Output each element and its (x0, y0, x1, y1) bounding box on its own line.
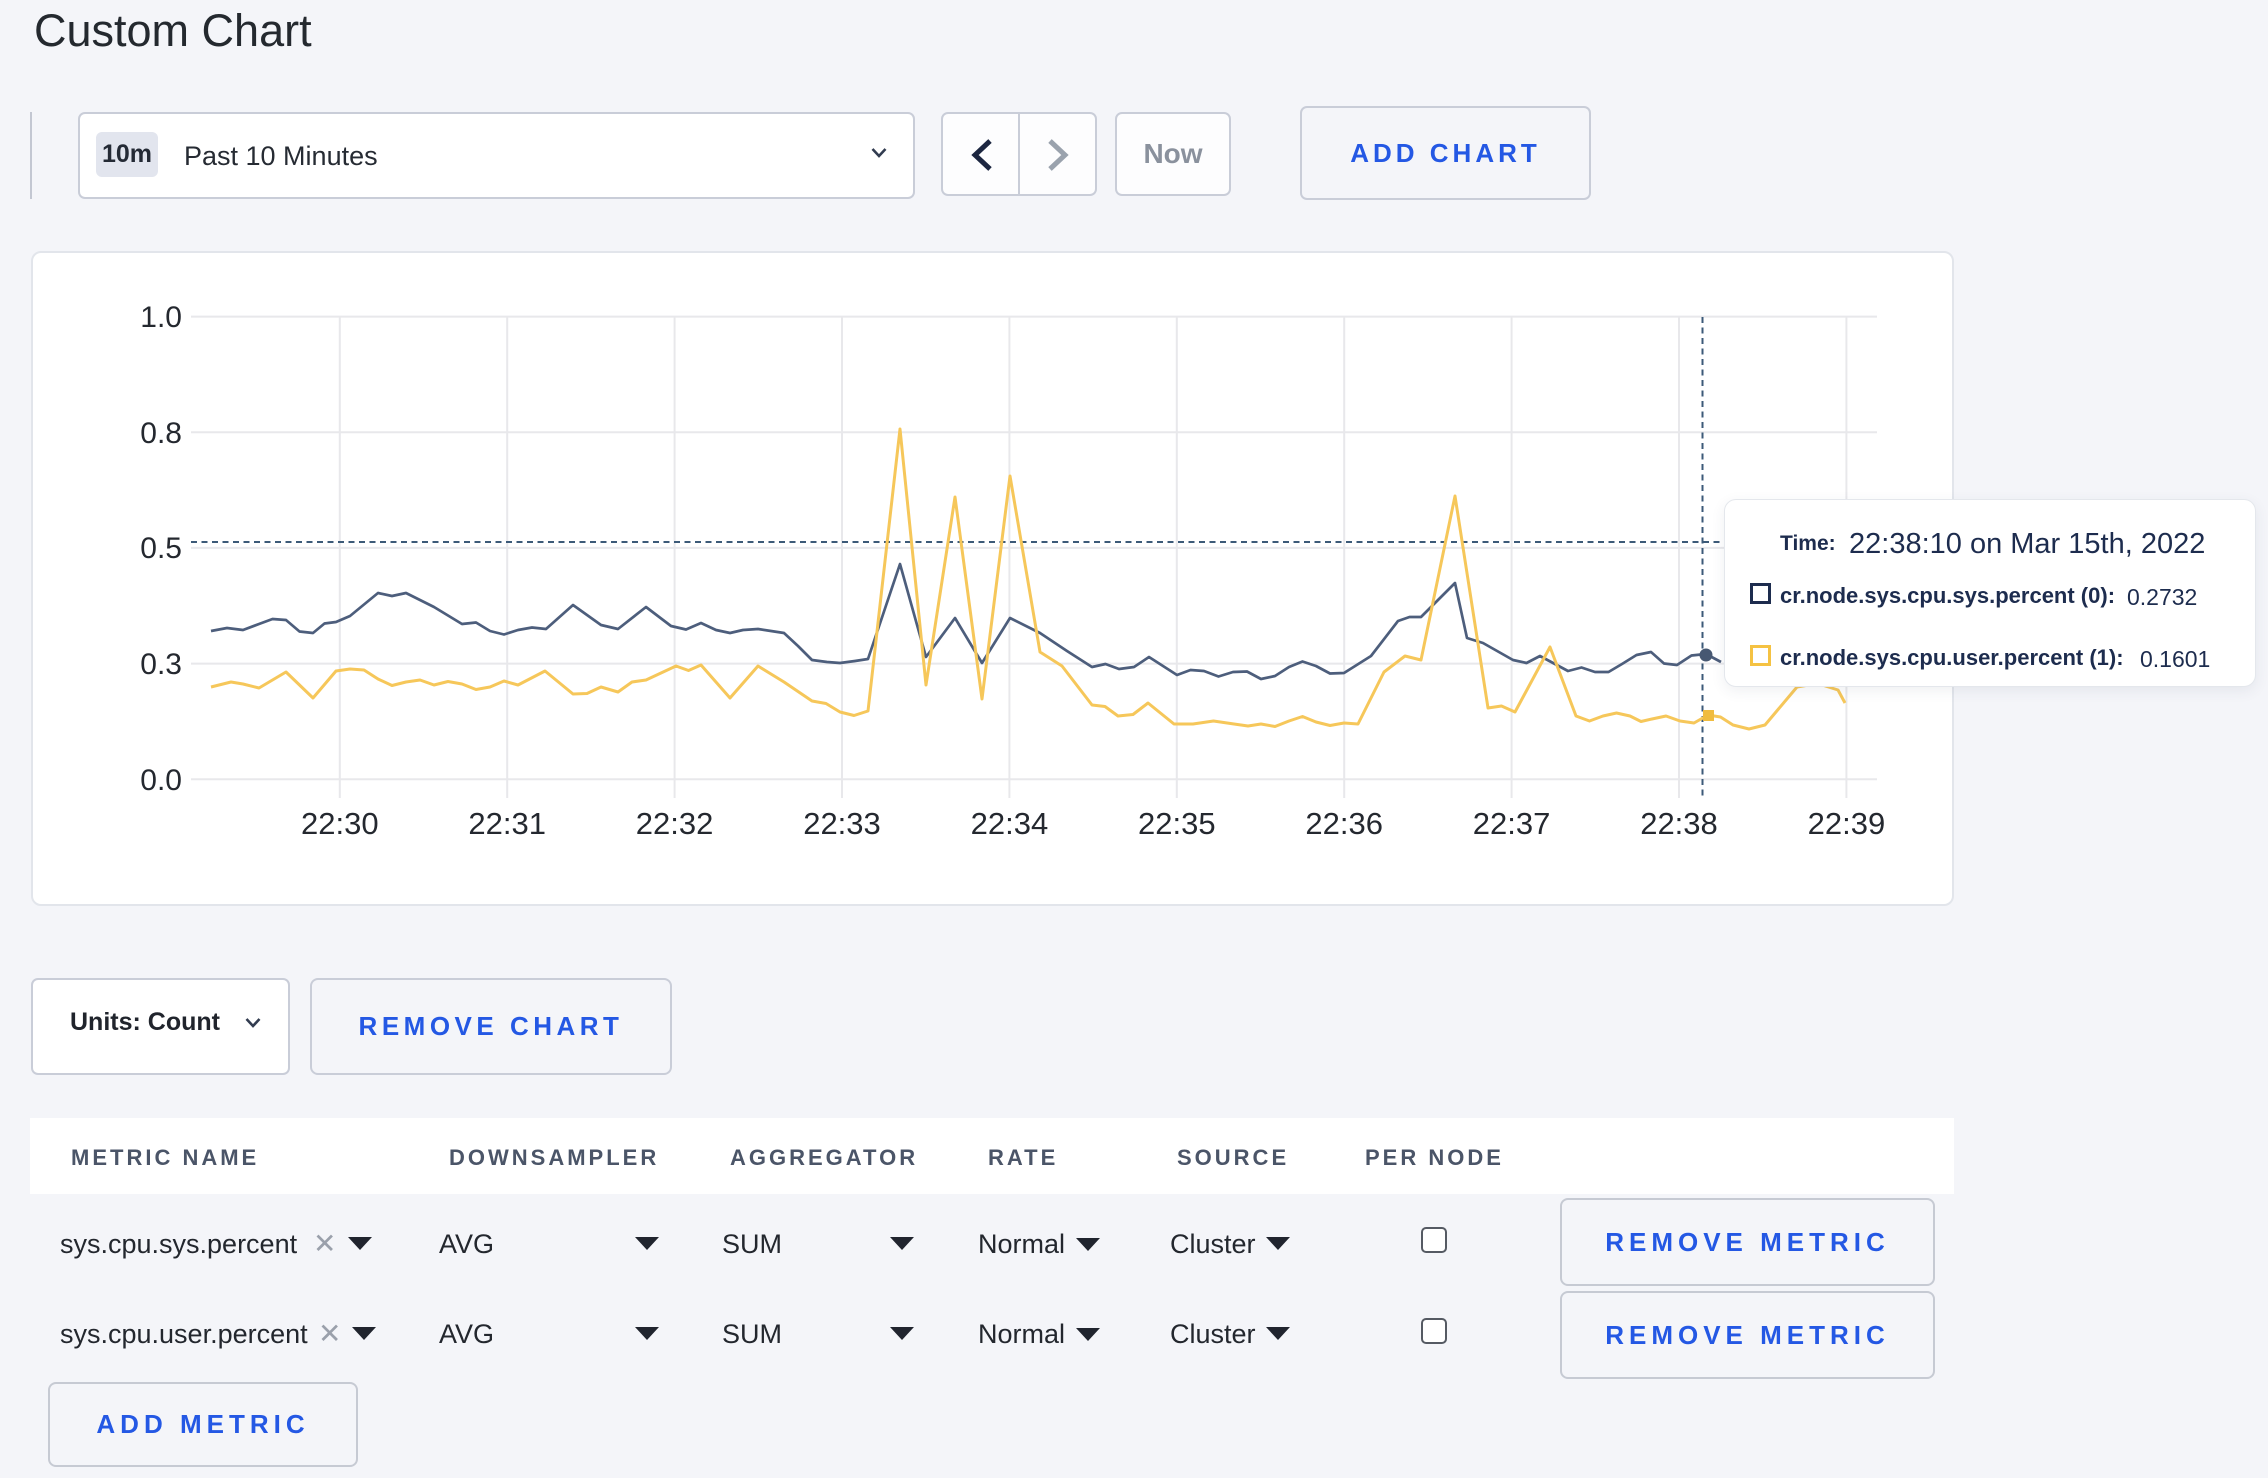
svg-text:0.0: 0.0 (140, 764, 182, 797)
svg-text:22:39: 22:39 (1808, 806, 1886, 841)
svg-text:22:36: 22:36 (1305, 806, 1383, 841)
svg-text:0.5: 0.5 (140, 532, 182, 565)
svg-text:22:32: 22:32 (636, 806, 714, 841)
svg-text:0.8: 0.8 (140, 417, 182, 450)
svg-text:22:38: 22:38 (1640, 806, 1718, 841)
svg-text:22:31: 22:31 (468, 806, 546, 841)
svg-text:1.0: 1.0 (140, 301, 182, 334)
svg-text:22:34: 22:34 (971, 806, 1049, 841)
svg-text:22:30: 22:30 (301, 806, 379, 841)
svg-text:0.3: 0.3 (140, 648, 182, 681)
svg-text:22:37: 22:37 (1473, 806, 1551, 841)
svg-text:22:35: 22:35 (1138, 806, 1216, 841)
svg-text:22:33: 22:33 (803, 806, 881, 841)
